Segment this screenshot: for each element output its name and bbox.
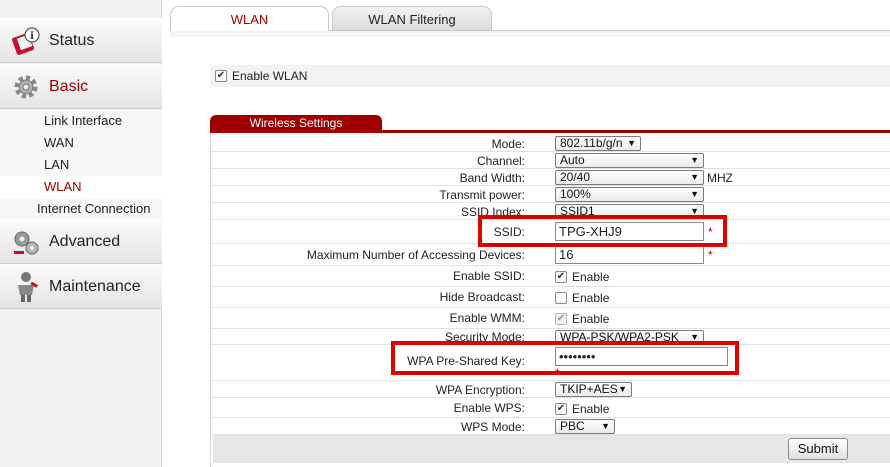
row-channel: Channel: Auto ▼ xyxy=(211,152,890,169)
submit-button[interactable]: Submit xyxy=(788,438,848,460)
wireless-settings-table: Mode: 802.11b/g/n ▼ Channel: Auto ▼ Band… xyxy=(210,133,890,467)
basic-submenu: Link Interface WAN LAN WLAN Internet Con… xyxy=(0,110,162,220)
sidebar-subitem-wan[interactable]: WAN xyxy=(0,132,162,154)
status-info-icon: i xyxy=(9,24,43,58)
band-width-label: Band Width: xyxy=(459,171,525,185)
sidebar-item-advanced[interactable]: Advanced xyxy=(0,219,162,264)
wpa-key-highlight-box xyxy=(391,341,739,375)
sidebar-subitem-wlan[interactable]: WLAN xyxy=(0,176,162,198)
sidebar: i Status Basic Link Interface WAN LAN WL… xyxy=(0,0,162,467)
sidebar-item-label: Maintenance xyxy=(49,277,141,295)
hide-broadcast-option: Enable xyxy=(572,291,610,305)
row-band-width: Band Width: 20/40 ▼ MHZ xyxy=(211,169,890,186)
sidebar-item-maintenance[interactable]: Maintenance xyxy=(0,264,162,309)
chevron-down-icon: ▼ xyxy=(690,155,699,165)
transmit-power-select[interactable]: 100% ▼ xyxy=(555,187,704,202)
sidebar-item-label: Basic xyxy=(49,77,89,95)
max-devices-label: Maximum Number of Accessing Devices: xyxy=(306,248,525,262)
wps-mode-select-value: PBC xyxy=(560,419,585,433)
max-devices-input[interactable]: 16 xyxy=(555,245,704,264)
maintenance-person-icon xyxy=(9,270,43,304)
hide-broadcast-label: Hide Broadcast: xyxy=(439,290,525,304)
mode-select[interactable]: 802.11b/g/n ▼ xyxy=(555,136,641,151)
sidebar-item-label: Advanced xyxy=(49,232,121,250)
enable-ssid-checkbox[interactable]: ✔ xyxy=(555,271,567,283)
row-mode: Mode: 802.11b/g/n ▼ xyxy=(211,135,890,152)
transmit-power-select-value: 100% xyxy=(560,187,591,201)
tab-bar: WLAN WLAN Filtering xyxy=(170,6,890,31)
wpa-encryption-select[interactable]: TKIP+AES ▼ xyxy=(555,382,632,397)
mode-label: Mode: xyxy=(491,137,525,151)
channel-select[interactable]: Auto ▼ xyxy=(555,153,704,168)
row-wps-mode: WPS Mode: PBC ▼ xyxy=(211,418,890,435)
chevron-down-icon: ▼ xyxy=(690,189,699,199)
enable-wmm-checkbox: ✔ xyxy=(555,313,567,325)
ssid-highlight-box xyxy=(478,215,727,247)
sidebar-item-status[interactable]: i Status xyxy=(0,18,162,63)
enable-wlan-label: Enable WLAN xyxy=(232,69,308,83)
enable-wps-label: Enable WPS: xyxy=(453,401,525,415)
max-devices-required-mark: * xyxy=(708,247,713,262)
row-wpa-encryption: WPA Encryption: TKIP+AES ▼ xyxy=(211,381,890,398)
tab-strip xyxy=(170,31,890,37)
band-width-unit: MHZ xyxy=(707,170,733,185)
tab-wlan[interactable]: WLAN xyxy=(170,6,329,31)
enable-wlan-row: ✔ Enable WLAN xyxy=(210,65,890,87)
wpa-encryption-select-value: TKIP+AES xyxy=(560,382,618,396)
row-hide-broadcast: Hide Broadcast: Enable xyxy=(211,287,890,308)
sidebar-subitem-internet-connection[interactable]: Internet Connection xyxy=(0,198,162,220)
tab-wlan-filtering[interactable]: WLAN Filtering xyxy=(332,6,492,31)
hide-broadcast-checkbox[interactable] xyxy=(555,292,567,304)
enable-ssid-label: Enable SSID: xyxy=(452,269,525,283)
enable-wps-option: Enable xyxy=(572,402,610,416)
wpa-encryption-label: WPA Encryption: xyxy=(435,383,525,397)
enable-wmm-option: Enable xyxy=(572,312,610,326)
row-enable-wmm: Enable WMM: ✔ Enable xyxy=(211,308,890,329)
svg-text:i: i xyxy=(30,31,34,42)
transmit-power-label: Transmit power: xyxy=(439,188,525,202)
row-max-devices: Maximum Number of Accessing Devices: 16 … xyxy=(211,244,890,266)
chevron-down-icon: ▼ xyxy=(690,172,699,182)
enable-ssid-option: Enable xyxy=(572,270,610,284)
channel-select-value: Auto xyxy=(560,153,585,167)
chevron-down-icon: ▼ xyxy=(627,138,636,148)
chevron-down-icon: ▼ xyxy=(601,421,610,431)
enable-wlan-checkbox[interactable]: ✔ xyxy=(215,70,227,82)
wps-mode-label: WPS Mode: xyxy=(460,420,525,434)
row-enable-wps: Enable WPS: ✔ Enable xyxy=(211,398,890,418)
wps-mode-select[interactable]: PBC ▼ xyxy=(555,419,615,434)
mode-select-value: 802.11b/g/n xyxy=(560,136,623,150)
chevron-down-icon: ▼ xyxy=(618,384,627,394)
row-transmit-power: Transmit power: 100% ▼ xyxy=(211,186,890,203)
row-enable-ssid: Enable SSID: ✔ Enable xyxy=(211,266,890,287)
advanced-tools-icon xyxy=(9,225,43,259)
band-width-select[interactable]: 20/40 ▼ xyxy=(555,170,704,185)
sidebar-item-label: Status xyxy=(49,31,95,49)
channel-label: Channel: xyxy=(476,154,525,168)
sidebar-item-basic[interactable]: Basic xyxy=(0,64,162,109)
sidebar-subitem-link-interface[interactable]: Link Interface xyxy=(0,110,162,132)
gear-icon xyxy=(9,70,43,104)
enable-wps-checkbox[interactable]: ✔ xyxy=(555,403,567,415)
enable-wmm-label: Enable WMM: xyxy=(449,311,525,325)
sidebar-subitem-lan[interactable]: LAN xyxy=(0,154,162,176)
band-width-select-value: 20/40 xyxy=(560,170,591,184)
